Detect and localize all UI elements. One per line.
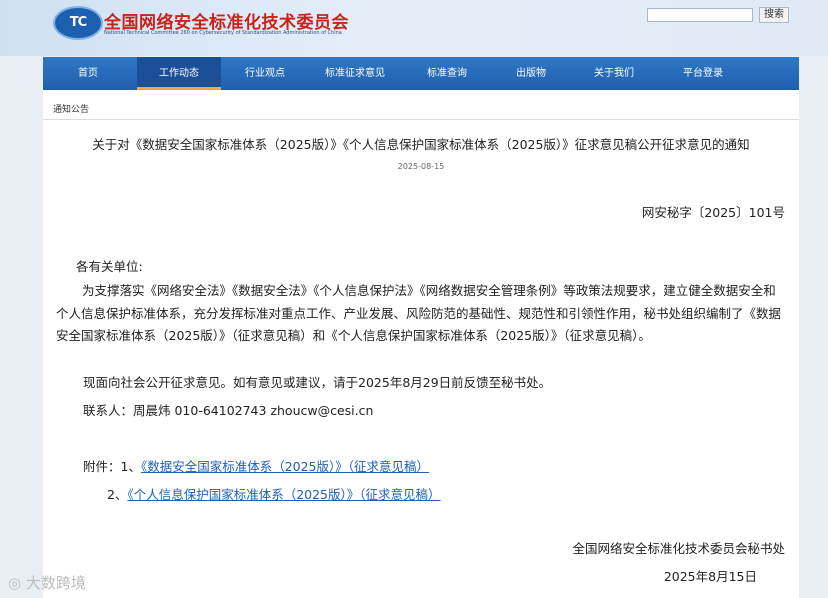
nav-item-standard-comments[interactable]: 标准征求意见 <box>309 57 401 90</box>
watermark-text: 大数跨境 <box>25 574 86 592</box>
nav-item-about-us[interactable]: 关于我们 <box>573 57 655 90</box>
logo-icon[interactable]: TC <box>53 6 103 40</box>
document-number: 网安秘字〔2025〕101号 <box>641 205 785 220</box>
contact-info: 联系人：周晨炜 010-64102743 zhoucw@cesi.cn <box>83 403 374 418</box>
body-paragraph: 为支撑落实《网络安全法》《数据安全法》《个人信息保护法》《网络数据安全管理条例》… <box>56 280 788 348</box>
signature-date: 2025年8月15日 <box>663 569 757 584</box>
attachment-row-2: 2、《个人信息保护国家标准体系（2025版）》（征求意见稿） <box>107 484 441 503</box>
nav-item-platform-login[interactable]: 平台登录 <box>665 57 741 90</box>
article-date: 2025-08-15 <box>397 162 445 171</box>
site-header: TC 全国网络安全标准化技术委员会 National Technical Com… <box>0 0 828 56</box>
search-input[interactable] <box>647 8 753 22</box>
content-panel: 通知公告 关于对《数据安全国家标准体系（2025版）》《个人信息保护国家标准体系… <box>43 90 799 598</box>
body-paragraph-text: 为支撑落实《网络安全法》《数据安全法》《个人信息保护法》《网络数据安全管理条例》… <box>56 283 782 343</box>
article-title: 关于对《数据安全国家标准体系（2025版）》《个人信息保护国家标准体系（2025… <box>92 137 750 152</box>
signature-organization: 全国网络安全标准化技术委员会秘书处 <box>572 541 785 556</box>
nav-item-work-news[interactable]: 工作动态 <box>137 57 221 90</box>
main-nav: 首页 工作动态 行业观点 标准征求意见 标准查询 出版物 关于我们 平台登录 <box>43 57 799 90</box>
attachment-link-2[interactable]: 《个人信息保护国家标准体系（2025版）》（征求意见稿） <box>127 487 440 502</box>
nav-item-standard-query[interactable]: 标准查询 <box>401 57 493 90</box>
attachment-row-1: 附件：1、《数据安全国家标准体系（2025版）》（征求意见稿） <box>83 456 429 475</box>
divider <box>43 119 799 120</box>
attachment-2-number: 2、 <box>107 487 128 502</box>
watermark-icon: ◎ <box>8 574 26 592</box>
breadcrumb[interactable]: 通知公告 <box>53 102 89 115</box>
nav-item-home[interactable]: 首页 <box>43 57 133 90</box>
search-button[interactable]: 搜索 <box>759 7 789 23</box>
salutation: 各有关单位: <box>76 259 143 274</box>
attachments-label: 附件：1、 <box>83 459 141 474</box>
nav-item-industry-views[interactable]: 行业观点 <box>221 57 309 90</box>
deadline-text: 现面向社会公开征求意见。如有意见或建议，请于2025年8月29日前反馈至秘书处。 <box>83 375 552 390</box>
attachment-link-1[interactable]: 《数据安全国家标准体系（2025版）》（征求意见稿） <box>141 459 429 474</box>
nav-item-publications[interactable]: 出版物 <box>493 57 569 90</box>
watermark: ◎ 大数跨境 <box>8 572 86 593</box>
site-subtitle: National Technical Committee 260 on Cybe… <box>104 30 342 36</box>
